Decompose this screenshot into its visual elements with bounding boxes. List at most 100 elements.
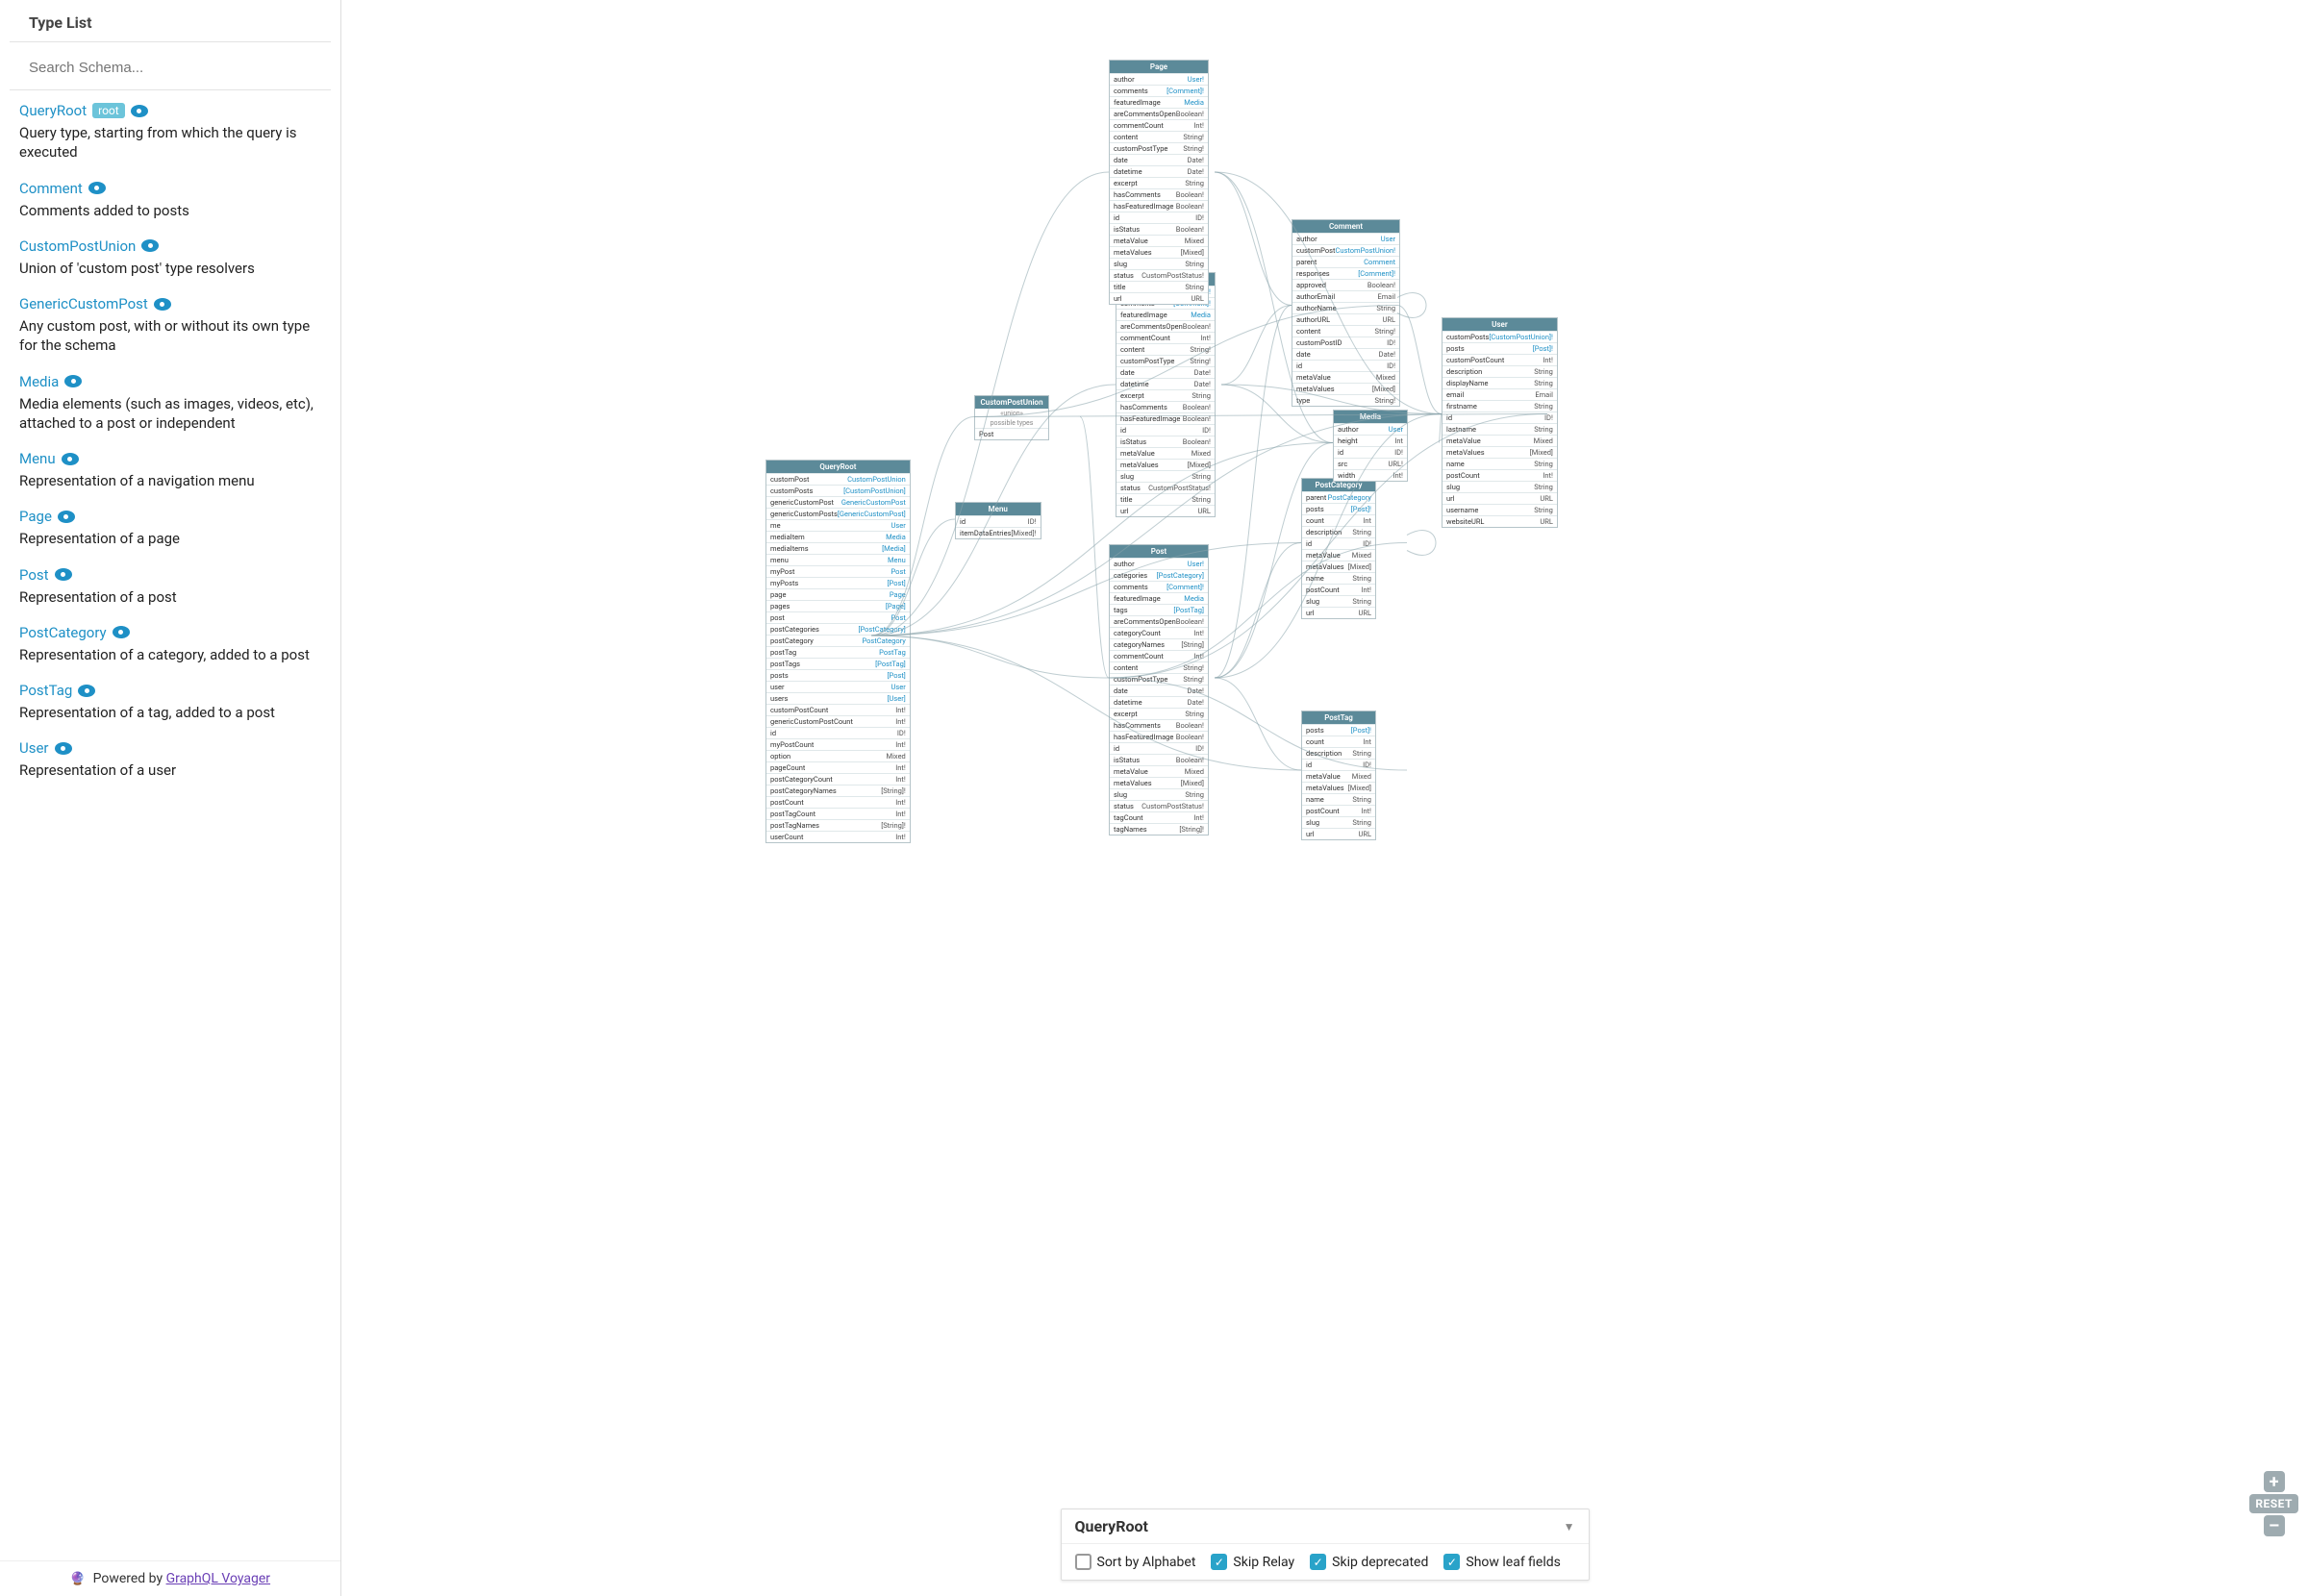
node-header[interactable]: PostTag <box>1302 711 1375 724</box>
node-field[interactable]: idID! <box>1116 424 1215 436</box>
node-field[interactable]: metaValues[Mixed] <box>1302 561 1375 572</box>
footer-link[interactable]: GraphQL Voyager <box>166 1571 271 1586</box>
node-field[interactable]: postTagCountInt! <box>766 808 910 819</box>
node-field[interactable]: customPostTypeString! <box>1110 673 1208 685</box>
node-field[interactable]: nameString <box>1302 793 1375 805</box>
node-field[interactable]: postCategoryPostCategory <box>766 635 910 646</box>
node-field[interactable]: postCategoryNames[String]! <box>766 785 910 796</box>
node-field[interactable]: firstnameString <box>1442 400 1557 411</box>
node-field[interactable]: customPosts[CustomPostUnion] <box>766 485 910 496</box>
node-field[interactable]: categoryCountInt! <box>1110 627 1208 638</box>
node-field[interactable]: pageCountInt! <box>766 761 910 773</box>
node-field[interactable]: mediaItems[Media] <box>766 542 910 554</box>
node-field[interactable]: posts[Post]! <box>1442 342 1557 354</box>
node-field[interactable]: contentString! <box>1110 661 1208 673</box>
node-field[interactable]: itemDataEntries[Mixed]! <box>956 527 1041 538</box>
node-Post[interactable]: PostauthorUser!categories[PostCategory]c… <box>1109 544 1209 835</box>
node-field[interactable]: commentCountInt! <box>1110 650 1208 661</box>
node-field[interactable]: tagCountInt! <box>1110 811 1208 823</box>
node-field[interactable]: customPostCustomPostUnion <box>766 473 910 485</box>
node-Menu[interactable]: MenuidID!itemDataEntries[Mixed]! <box>955 502 1041 539</box>
node-field[interactable]: countInt <box>1302 736 1375 747</box>
node-field[interactable]: metaValues[Mixed] <box>1442 446 1557 458</box>
node-field[interactable]: nameString <box>1442 458 1557 469</box>
node-field[interactable]: statusCustomPostStatus! <box>1110 269 1208 281</box>
node-field[interactable]: customPostTypeString! <box>1116 355 1215 366</box>
node-field[interactable]: areCommentsOpenBoolean! <box>1110 108 1208 119</box>
type-link[interactable]: Media <box>19 373 59 390</box>
node-field[interactable]: customPosts[CustomPostUnion]! <box>1442 331 1557 342</box>
node-field[interactable]: typeString! <box>1292 394 1399 406</box>
type-link[interactable]: GenericCustomPost <box>19 295 148 312</box>
option[interactable]: Sort by Alphabet <box>1075 1554 1196 1570</box>
zoom-out-button[interactable]: – <box>2264 1515 2285 1536</box>
node-field[interactable]: areCommentsOpenBoolean! <box>1116 320 1215 332</box>
eye-icon[interactable] <box>78 685 95 697</box>
node-field[interactable]: mediaItemMedia <box>766 531 910 542</box>
node-field[interactable]: metaValueMixed <box>1292 371 1399 383</box>
node-header[interactable]: Page <box>1110 61 1208 73</box>
node-field[interactable]: widthInt! <box>1334 469 1407 481</box>
node-field[interactable]: dateDate! <box>1116 366 1215 378</box>
node-field[interactable]: customPostCustomPostUnion! <box>1292 244 1399 256</box>
node-field[interactable]: userUser <box>766 681 910 692</box>
node-header[interactable]: Media <box>1334 411 1407 423</box>
checkbox[interactable] <box>1075 1554 1091 1570</box>
node-field[interactable]: metaValues[Mixed] <box>1292 383 1399 394</box>
node-field[interactable]: nameString <box>1302 572 1375 584</box>
node-field[interactable]: postTagNames[String]! <box>766 819 910 831</box>
node-field[interactable]: pages[Page] <box>766 600 910 611</box>
node-field[interactable]: hasFeaturedImageBoolean! <box>1116 412 1215 424</box>
node-field[interactable]: metaValueMixed <box>1442 435 1557 446</box>
node-CustomPostUnion[interactable]: CustomPostUnion«union»possible typesPost <box>974 395 1049 440</box>
node-User[interactable]: UsercustomPosts[CustomPostUnion]!posts[P… <box>1442 317 1558 528</box>
node-field[interactable]: isStatusBoolean! <box>1110 223 1208 235</box>
node-header[interactable]: CustomPostUnion <box>975 396 1048 409</box>
node-field[interactable]: pagePage <box>766 588 910 600</box>
node-field[interactable]: postPost <box>766 611 910 623</box>
node-field[interactable]: emailEmail <box>1442 388 1557 400</box>
node-field[interactable]: metaValueMixed <box>1116 447 1215 459</box>
node-field[interactable]: tags[PostTag] <box>1110 604 1208 615</box>
node-field[interactable]: postCountInt! <box>1302 805 1375 816</box>
node-field[interactable]: responses[Comment]! <box>1292 267 1399 279</box>
node-field[interactable]: areCommentsOpenBoolean! <box>1110 615 1208 627</box>
type-link[interactable]: PostTag <box>19 682 72 699</box>
eye-icon[interactable] <box>55 742 72 755</box>
node-field[interactable]: idID! <box>1302 759 1375 770</box>
node-field[interactable]: datetimeDate! <box>1110 165 1208 177</box>
checkbox[interactable]: ✓ <box>1310 1554 1326 1570</box>
node-field[interactable]: idID! <box>1110 742 1208 754</box>
node-field[interactable]: customPostIDID! <box>1292 337 1399 348</box>
node-field[interactable]: commentCountInt! <box>1116 332 1215 343</box>
node-field[interactable]: urlURL <box>1110 292 1208 304</box>
node-field[interactable]: isStatusBoolean! <box>1116 436 1215 447</box>
type-link[interactable]: Comment <box>19 180 83 197</box>
node-field[interactable]: descriptionString <box>1442 365 1557 377</box>
node-field[interactable]: slugString <box>1110 258 1208 269</box>
node-field[interactable]: postTagPostTag <box>766 646 910 658</box>
node-field[interactable]: parentPostCategory <box>1302 491 1375 503</box>
node-field[interactable]: excerptString <box>1116 389 1215 401</box>
eye-icon[interactable] <box>58 511 75 523</box>
type-link[interactable]: Page <box>19 508 52 525</box>
node-field[interactable]: genericCustomPostGenericCustomPost <box>766 496 910 508</box>
zoom-in-button[interactable]: + <box>2264 1471 2285 1492</box>
eye-icon[interactable] <box>141 239 159 252</box>
node-field[interactable]: parentComment <box>1292 256 1399 267</box>
node-field[interactable]: idID! <box>1302 537 1375 549</box>
node-field[interactable]: postTags[PostTag] <box>766 658 910 669</box>
node-field[interactable]: titleString <box>1116 493 1215 505</box>
node-field[interactable]: postCountInt! <box>766 796 910 808</box>
node-field[interactable]: idID! <box>956 515 1041 527</box>
node-field[interactable]: statusCustomPostStatus! <box>1116 482 1215 493</box>
node-field[interactable]: authorUser <box>1292 233 1399 244</box>
option[interactable]: ✓Skip Relay <box>1211 1554 1294 1570</box>
node-field[interactable]: contentString! <box>1292 325 1399 337</box>
node-field[interactable]: authorUser! <box>1110 558 1208 569</box>
node-field[interactable]: statusCustomPostStatus! <box>1110 800 1208 811</box>
collapse-icon[interactable]: ▼ <box>1564 1520 1575 1534</box>
node-Comment[interactable]: CommentauthorUsercustomPostCustomPostUni… <box>1292 219 1400 407</box>
node-field[interactable]: contentString! <box>1110 131 1208 142</box>
node-field[interactable]: usernameString <box>1442 504 1557 515</box>
